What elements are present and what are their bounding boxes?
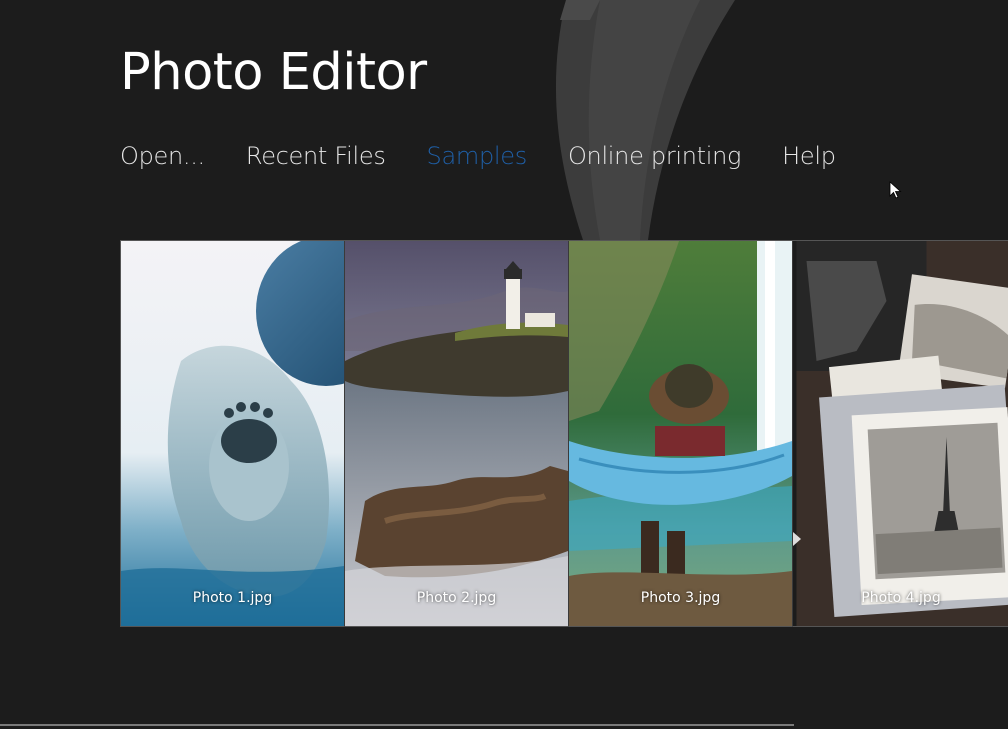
polar-bear-image [121,241,344,626]
hammock-image [569,241,792,626]
nav-open[interactable]: Open... [120,136,205,176]
photo-tile-3[interactable]: Photo 3.jpg [569,241,793,627]
nav-samples[interactable]: Samples [427,136,528,176]
photo-tile-2[interactable]: Photo 2.jpg [345,241,569,627]
nav-online-printing[interactable]: Online printing [568,136,742,176]
lighthouse-image [345,241,568,626]
photo-caption: Photo 2.jpg [416,590,497,606]
app-title: Photo Editor [120,43,427,102]
photo-caption: Photo 4.jpg [861,590,941,606]
sample-photo-gallery: Photo 1.jpg Photo 2.jpg Photo 3.jpg Phot… [120,240,1008,627]
nav-recent-files[interactable]: Recent Files [246,136,386,176]
nav-help[interactable]: Help [782,136,836,176]
vintage-photos-image [796,241,1008,626]
photo-tile-1[interactable]: Photo 1.jpg [121,241,345,627]
photo-tile-4[interactable]: Photo 4.jpg [793,241,1008,627]
chevron-right-icon[interactable] [793,532,801,546]
photo-editor-window: Photo Editor Open... Recent Files Sample… [0,0,1008,729]
photo-caption: Photo 3.jpg [640,590,721,606]
main-nav: Open... Recent Files Samples Online prin… [120,134,877,178]
mouse-pointer-icon [889,181,902,199]
horizontal-scrollbar[interactable] [0,724,794,726]
photo-caption: Photo 1.jpg [192,590,273,606]
